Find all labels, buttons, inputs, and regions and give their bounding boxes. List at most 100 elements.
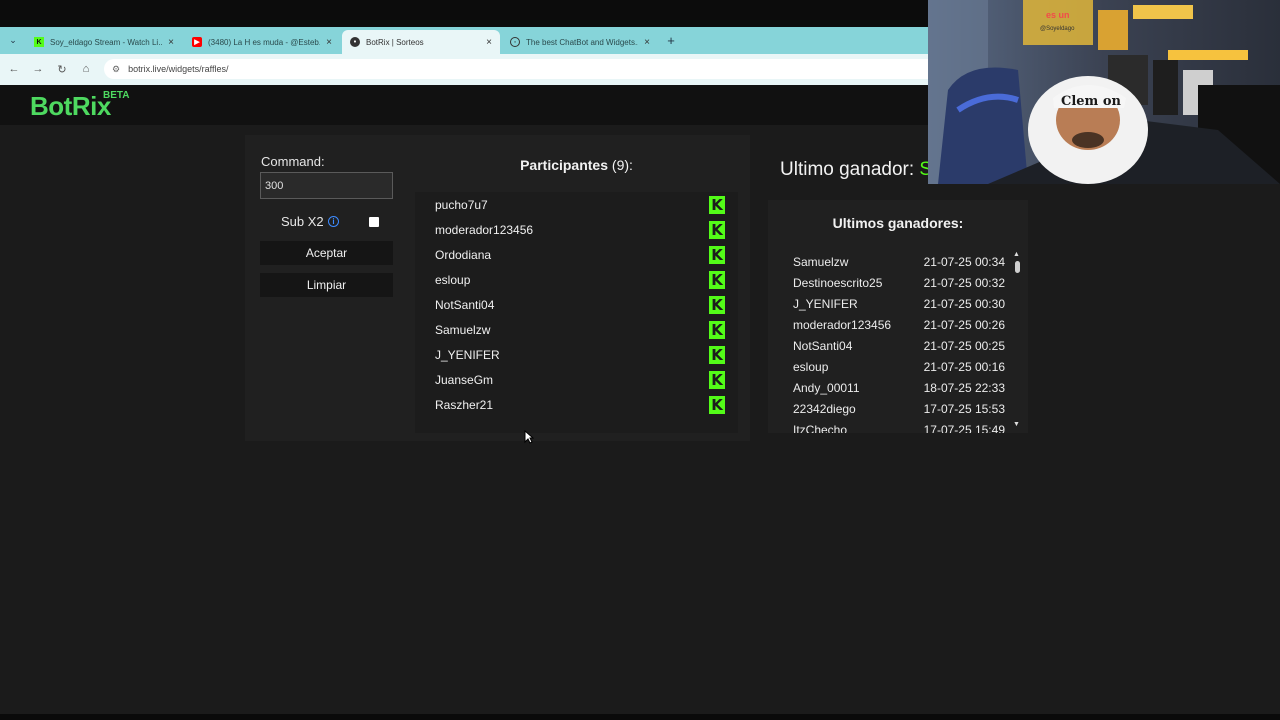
winner-name: Samuelzw: [793, 254, 849, 269]
scroll-down-arrow-icon[interactable]: ▼: [1013, 421, 1020, 428]
participant-name: J_YENIFER: [435, 348, 500, 362]
close-icon[interactable]: ×: [486, 37, 492, 48]
winner-date: 17-07-25 15:49: [923, 422, 1005, 434]
winner-date: 21-07-25 00:34: [923, 254, 1005, 269]
winner-date: 17-07-25 15:53: [923, 401, 1005, 416]
home-icon[interactable]: ⌂: [78, 61, 94, 77]
kick-icon: K: [709, 246, 725, 264]
winner-name: 22342diego: [793, 401, 856, 416]
forward-arrow-icon[interactable]: →: [30, 61, 46, 77]
info-icon[interactable]: i: [328, 216, 339, 227]
list-item[interactable]: J_YENIFER K: [435, 344, 725, 366]
tab-label: BotRix | Sorteos: [366, 37, 424, 47]
participants-title: Participantes: [520, 157, 609, 173]
tab-label: (3480) La H es muda - @Esteb...: [208, 37, 321, 47]
beta-badge: BETA: [103, 90, 130, 101]
botrix-icon: •: [350, 37, 360, 47]
participants-heading: Participantes (9):: [415, 157, 738, 173]
winner-name: NotSanti04: [793, 338, 853, 353]
botrix-logo[interactable]: BotRix: [30, 91, 111, 122]
app-header: [0, 85, 930, 125]
table-row: Destinoescrito25 21-07-25 00:32: [793, 272, 1005, 293]
winner-date: 21-07-25 00:26: [923, 317, 1005, 332]
kick-icon: K: [709, 371, 725, 389]
table-row: 22342diego 17-07-25 15:53: [793, 398, 1005, 419]
list-item[interactable]: Ordodiana K: [435, 244, 725, 266]
participant-name: Ordodiana: [435, 248, 492, 262]
winners-title: Ultimos ganadores:: [832, 215, 964, 231]
close-icon[interactable]: ×: [326, 37, 332, 48]
participants-list: pucho7u7 K moderador123456 K Ordodiana K es…: [415, 192, 738, 433]
tab-botrix-sorteos[interactable]: • BotRix | Sorteos ×: [342, 30, 500, 54]
close-icon[interactable]: ×: [168, 37, 174, 48]
list-item[interactable]: Samuelzw K: [435, 319, 725, 341]
table-row: Samuelzw 21-07-25 00:34: [793, 251, 1005, 272]
table-row: moderador123456 21-07-25 00:26: [793, 314, 1005, 335]
kick-icon: K: [709, 296, 725, 314]
globe-icon: ◦: [510, 37, 520, 47]
webcam-overlay: es un @Soyeldago Clem on: [928, 0, 1280, 184]
url-text: botrix.live/widgets/raffles/: [128, 64, 229, 74]
kick-icon: K: [709, 196, 725, 214]
kick-icon: K: [709, 221, 725, 239]
list-item[interactable]: pucho7u7 K: [435, 194, 725, 216]
tab-search-chevron-icon[interactable]: ⌄: [6, 33, 20, 47]
kick-icon: K: [709, 396, 725, 414]
back-arrow-icon[interactable]: ←: [6, 61, 22, 77]
list-item[interactable]: esloup K: [435, 269, 725, 291]
svg-text:es un: es un: [1046, 10, 1070, 20]
winner-date: 21-07-25 00:30: [923, 296, 1005, 311]
aceptar-button[interactable]: Aceptar: [260, 241, 393, 265]
scrollbar-thumb[interactable]: [1015, 261, 1020, 273]
tab-youtube[interactable]: ▶ (3480) La H es muda - @Esteb... ×: [184, 30, 340, 54]
tab-label: The best ChatBot and Widgets...: [526, 37, 639, 47]
command-input[interactable]: [260, 172, 393, 199]
participant-name: esloup: [435, 273, 471, 287]
webcam-cap-text: Clem on: [1061, 94, 1122, 109]
list-item[interactable]: moderador123456 K: [435, 219, 725, 241]
participant-name: moderador123456: [435, 223, 534, 237]
winner-date: 21-07-25 00:32: [923, 275, 1005, 290]
winners-scrollbar[interactable]: [1012, 250, 1022, 433]
participant-name: Raszher21: [435, 398, 494, 412]
tab-chatbot-widgets[interactable]: ◦ The best ChatBot and Widgets... ×: [502, 30, 658, 54]
winner-date: 21-07-25 00:25: [923, 338, 1005, 353]
webcam-image: es un @Soyeldago Clem on: [928, 0, 1280, 184]
scroll-up-arrow-icon[interactable]: ▲: [1013, 251, 1020, 258]
youtube-icon: ▶: [192, 37, 202, 47]
participant-name: Samuelzw: [435, 323, 491, 337]
winner-date: 18-07-25 22:33: [923, 380, 1005, 395]
winner-name: ItzChecho: [793, 422, 848, 434]
address-bar[interactable]: ⚙ botrix.live/widgets/raffles/: [104, 59, 930, 79]
tab-kick-stream[interactable]: K Soy_eldago Stream - Watch Li... ×: [26, 30, 182, 54]
table-row: esloup 21-07-25 00:16: [793, 356, 1005, 377]
table-row: J_YENIFER 21-07-25 00:30: [793, 293, 1005, 314]
kick-icon: K: [709, 271, 725, 289]
list-item[interactable]: Raszher21 K: [435, 394, 725, 416]
mouse-cursor-icon: [524, 430, 534, 444]
list-item[interactable]: JuanseGm K: [435, 369, 725, 391]
limpiar-button[interactable]: Limpiar: [260, 273, 393, 297]
tab-label: Soy_eldago Stream - Watch Li...: [50, 37, 163, 47]
kick-icon: K: [709, 321, 725, 339]
winner-name: moderador123456: [793, 317, 892, 332]
winner-name: esloup: [793, 359, 829, 374]
winners-list[interactable]: Samuelzw 21-07-25 00:34 Destinoescrito25 2…: [793, 250, 1005, 434]
last-winner-label: Ultimo ganador:: [780, 159, 915, 180]
webcam-sign-text: @Soyeldago: [1040, 26, 1075, 32]
new-tab-button[interactable]: +: [664, 32, 678, 48]
last-winner-display: Ultimo ganador: S: [780, 159, 930, 181]
subx2-checkbox[interactable]: [369, 217, 379, 227]
reload-icon[interactable]: ↻: [54, 61, 70, 77]
site-info-icon[interactable]: ⚙: [112, 64, 120, 75]
winner-name: J_YENIFER: [793, 296, 858, 311]
winner-name: Destinoescrito25: [793, 275, 883, 290]
winner-name: Andy_00011: [793, 380, 860, 395]
command-label: Command:: [261, 154, 325, 169]
table-row: ItzChecho 17-07-25 15:49: [793, 419, 1005, 434]
close-icon[interactable]: ×: [644, 37, 650, 48]
subx2-label: Sub X2: [281, 214, 324, 229]
list-item[interactable]: NotSanti04 K: [435, 294, 725, 316]
winner-date: 21-07-25 00:16: [923, 359, 1005, 374]
bottom-edge: [0, 714, 1280, 720]
